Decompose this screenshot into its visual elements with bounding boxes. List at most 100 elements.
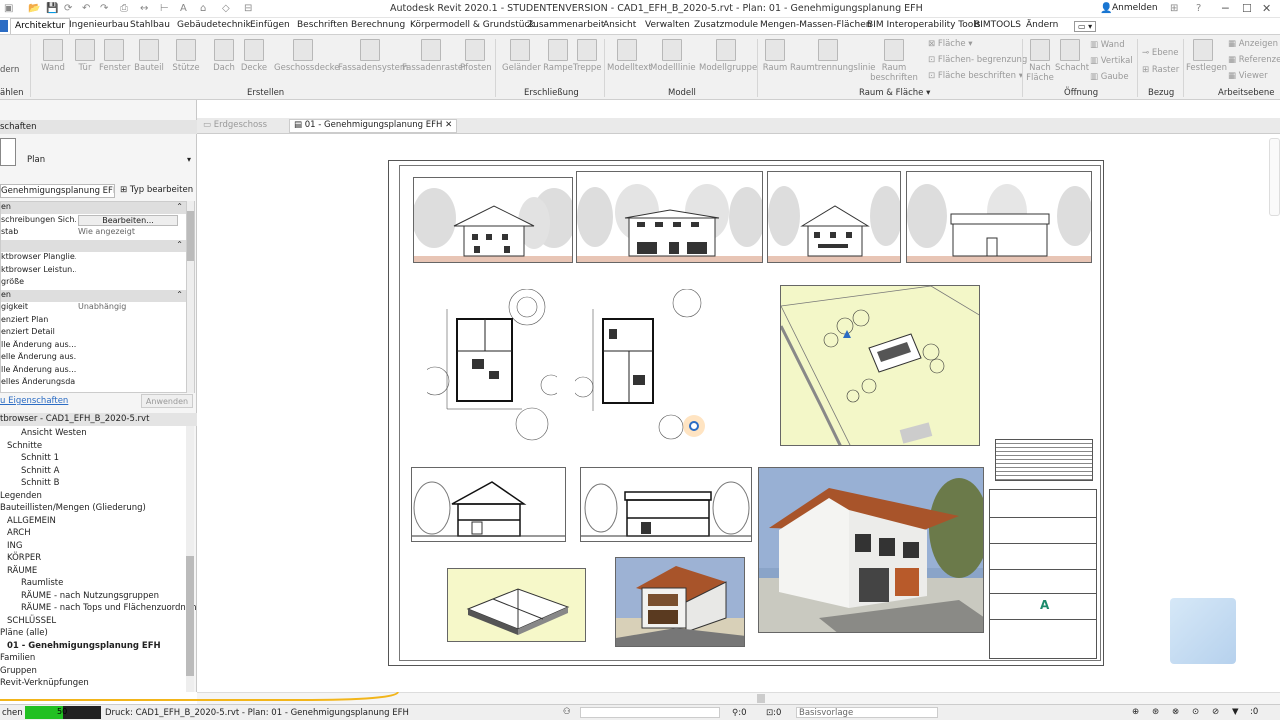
select-by-face-icon[interactable]: ⊙: [1192, 707, 1199, 717]
browser-item[interactable]: Schnitt A: [21, 466, 59, 476]
tab-zusammenarbeit[interactable]: Zusammenarbeit: [527, 20, 604, 30]
tab-ansicht[interactable]: Ansicht: [603, 20, 636, 30]
room-separator-tool[interactable]: Raumtrennungslinie: [790, 39, 876, 73]
tab-aendern[interactable]: Ändern: [1026, 20, 1058, 30]
tab-mengen-massen-flaechen[interactable]: Mengen-Massen-Flächen: [760, 20, 871, 30]
select-underlay-icon[interactable]: ⊛: [1152, 707, 1159, 717]
model-group-tool[interactable]: Modellgruppe: [699, 39, 757, 73]
property-row[interactable]: enziert Detail: [1, 327, 187, 339]
window-tool[interactable]: Fenster: [99, 39, 131, 73]
browser-item[interactable]: Schnitt 1: [21, 453, 59, 463]
model-text-tool[interactable]: Modelltext: [607, 39, 652, 73]
3d-view-icon[interactable]: ⌂: [200, 3, 206, 14]
tab-gebaeudetechnik[interactable]: Gebäudetechnik: [177, 20, 251, 30]
cart-icon[interactable]: ⊞: [1170, 3, 1178, 14]
browser-item[interactable]: SCHLÜSSEL: [7, 616, 56, 626]
browser-item[interactable]: Gruppen: [0, 666, 37, 676]
property-row[interactable]: elles Änderungsda...: [1, 377, 187, 389]
undo-icon[interactable]: ↶: [82, 3, 90, 14]
workset-dropdown[interactable]: [580, 707, 720, 718]
viewer-button[interactable]: ▦ Viewer: [1228, 71, 1268, 81]
view-3d-section[interactable]: [615, 557, 745, 647]
select-panel-label[interactable]: ählen: [0, 88, 24, 98]
model-line-tool[interactable]: Modelllinie: [650, 39, 696, 73]
ribbon-toggle-icon[interactable]: ▭ ▾: [1074, 21, 1097, 32]
browser-item[interactable]: Bauteillisten/Mengen (Gliederung): [0, 503, 146, 513]
measure-icon[interactable]: ↔: [140, 3, 148, 14]
property-row[interactable]: lle Änderung aus...: [1, 365, 187, 377]
browser-item[interactable]: 01 - Genehmigungsplanung EFH: [7, 641, 161, 651]
tab-beschriften[interactable]: Beschriften: [297, 20, 348, 30]
print-icon[interactable]: ⎙: [120, 3, 128, 14]
edit-visibility-button[interactable]: Bearbeiten...: [78, 214, 178, 226]
area-boundary-button[interactable]: ⊡ Flächen- begrenzung: [928, 55, 1027, 65]
drag-elements-icon[interactable]: ⊘: [1212, 707, 1219, 717]
sync-icon[interactable]: ⟳: [64, 3, 72, 14]
property-group-header[interactable]: en ⌃: [1, 289, 187, 302]
view-floorplan-eg[interactable]: [420, 288, 562, 441]
tab-verwalten[interactable]: Verwalten: [645, 20, 690, 30]
open-icon[interactable]: 📂: [28, 3, 40, 14]
property-row[interactable]: schreibungen Sich... Bearbeiten...: [1, 214, 187, 227]
view-elevation-1[interactable]: [413, 177, 573, 263]
user-icon[interactable]: 👤: [1100, 3, 1112, 14]
property-row[interactable]: größe: [1, 277, 187, 289]
property-group-header[interactable]: en ⌃: [1, 202, 187, 214]
view-tab-erdgeschoss[interactable]: ▭ Erdgeschoss: [203, 120, 267, 130]
close-tab-icon[interactable]: ✕: [445, 120, 452, 130]
floor-tool[interactable]: Geschossdecke: [274, 39, 340, 73]
curtain-grid-tool[interactable]: Fassadenraster: [402, 39, 467, 73]
browser-item[interactable]: RÄUME: [7, 566, 37, 576]
browser-item[interactable]: Legenden: [0, 491, 42, 501]
modify-partial-label[interactable]: dern: [0, 65, 19, 75]
view-section-1[interactable]: [411, 467, 566, 542]
browser-item[interactable]: KÖRPER: [7, 553, 41, 563]
select-links-icon[interactable]: ⊕: [1132, 707, 1139, 717]
tab-zusatzmodule[interactable]: Zusatzmodule: [694, 20, 758, 30]
ref-plane-button[interactable]: ▦ Referenzebene: [1228, 55, 1280, 65]
collapse-icon[interactable]: ⌃: [176, 290, 183, 299]
panel-label-raum-flaeche[interactable]: Raum & Fläche ▾: [859, 88, 930, 98]
browser-item[interactable]: Raumliste: [21, 578, 63, 588]
door-tool[interactable]: Tür: [72, 39, 98, 73]
set-workplane-tool[interactable]: Festlegen: [1186, 39, 1227, 73]
browser-item[interactable]: Revit-Verknüpfungen: [0, 678, 89, 688]
dimension-icon[interactable]: ⊢: [160, 3, 169, 14]
browser-item[interactable]: Schnitt B: [21, 478, 59, 488]
redo-icon[interactable]: ↷: [100, 3, 108, 14]
tag-room-tool[interactable]: Raum beschriften: [870, 39, 918, 83]
property-value[interactable]: Wie angezeigt: [78, 227, 178, 236]
column-tool[interactable]: Stütze: [172, 39, 200, 73]
file-tab[interactable]: [0, 20, 8, 32]
apply-button[interactable]: Anwenden: [141, 394, 193, 408]
maximize-icon[interactable]: ☐: [1242, 2, 1252, 15]
browser-item[interactable]: ARCH: [7, 528, 31, 538]
wall-opening-button[interactable]: ▥ Wand: [1090, 40, 1125, 50]
dormer-button[interactable]: ▥ Gaube: [1090, 72, 1129, 82]
mullion-tool[interactable]: Pfosten: [460, 39, 492, 73]
tab-ingenieurbau[interactable]: Ingenieurbau: [69, 20, 129, 30]
horizontal-scroll-thumb[interactable]: [757, 694, 765, 703]
drawing-sheet[interactable]: A: [388, 160, 1104, 666]
view-elevation-2[interactable]: [576, 171, 763, 263]
tab-einfuegen[interactable]: Einfügen: [250, 20, 290, 30]
tag-area-button[interactable]: ⊡ Fläche beschriften ▾: [928, 71, 1023, 81]
by-face-tool[interactable]: Nach Fläche: [1025, 39, 1055, 83]
type-selector-dropdown-icon[interactable]: ▾: [187, 155, 191, 164]
browser-item[interactable]: RÄUME - nach Tops und Flächenzuordnung: [21, 603, 202, 613]
curtain-system-tool[interactable]: Fassadensystem: [338, 39, 408, 73]
view-template-dropdown[interactable]: Basisvorlage: [796, 707, 938, 718]
browser-item[interactable]: Familien: [0, 653, 35, 663]
browser-item[interactable]: ALLGEMEIN: [7, 516, 56, 526]
browser-item[interactable]: Ansicht Westen: [21, 428, 87, 438]
view-elevation-4[interactable]: [906, 171, 1092, 263]
level-button[interactable]: ⊸ Ebene: [1142, 48, 1178, 58]
collapse-icon[interactable]: ⌃: [176, 202, 183, 211]
area-button[interactable]: ⊠ Fläche ▾: [928, 39, 973, 49]
tab-architektur[interactable]: Architektur: [10, 18, 71, 34]
view-site-plan[interactable]: [780, 285, 980, 446]
tab-stahlbau[interactable]: Stahlbau: [130, 20, 170, 30]
component-tool[interactable]: Bauteil: [134, 39, 164, 73]
property-row[interactable]: gigkeit Unabhängig: [1, 302, 187, 314]
property-row[interactable]: lle Änderung aus...: [1, 340, 187, 352]
